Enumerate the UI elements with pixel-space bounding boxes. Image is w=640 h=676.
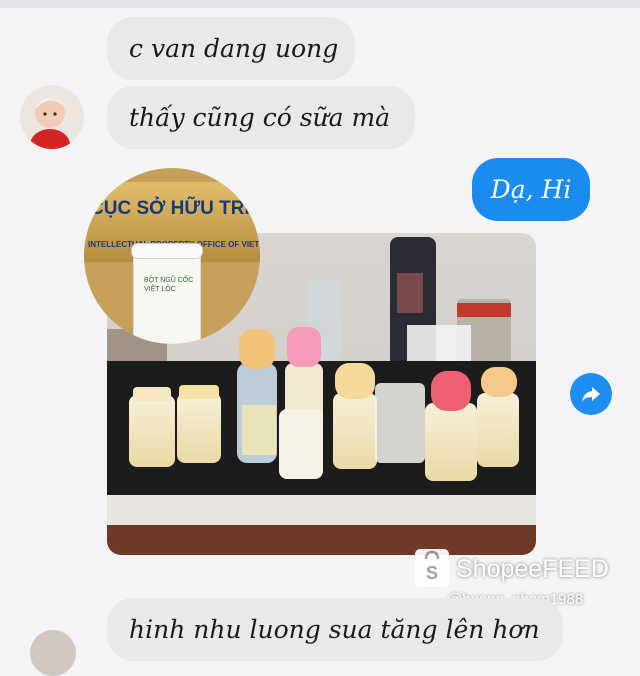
svg-text:S: S — [426, 563, 438, 583]
watermark-brand: ShopeeFEED — [456, 555, 609, 583]
plaque-title: CỤC SỞ HỮU TRÍ TUỆ — [90, 198, 260, 219]
shopee-logo-icon: S — [415, 549, 449, 587]
share-button[interactable] — [570, 373, 612, 415]
baby-photo-icon — [20, 85, 84, 149]
sender-avatar[interactable] — [20, 85, 84, 149]
product-inset-image: CỤC SỞ HỮU TRÍ TUỆ INTELLECTUAL PROPERTY… — [84, 168, 260, 344]
share-arrow-icon — [582, 387, 600, 402]
message-text: Dạ, Hi — [490, 175, 572, 204]
incoming-message[interactable]: c van dang uong — [107, 17, 355, 80]
outgoing-message[interactable]: Dạ, Hi — [472, 158, 590, 221]
product-can: BỘT NGŨ CỐC VIỆT LỘC — [132, 244, 202, 344]
can-lid — [132, 244, 202, 258]
message-text: c van dang uong — [129, 34, 339, 63]
top-divider — [0, 0, 640, 8]
can-label: BỘT NGŨ CỐC VIỆT LỘC — [144, 277, 194, 293]
incoming-message[interactable]: hinh nhu luong sua tăng lên hơn — [107, 598, 563, 661]
incoming-message[interactable]: thấy cũng có sữa mà — [107, 86, 415, 149]
message-text: thấy cũng có sữa mà — [129, 103, 391, 132]
sender-avatar[interactable] — [30, 630, 76, 676]
